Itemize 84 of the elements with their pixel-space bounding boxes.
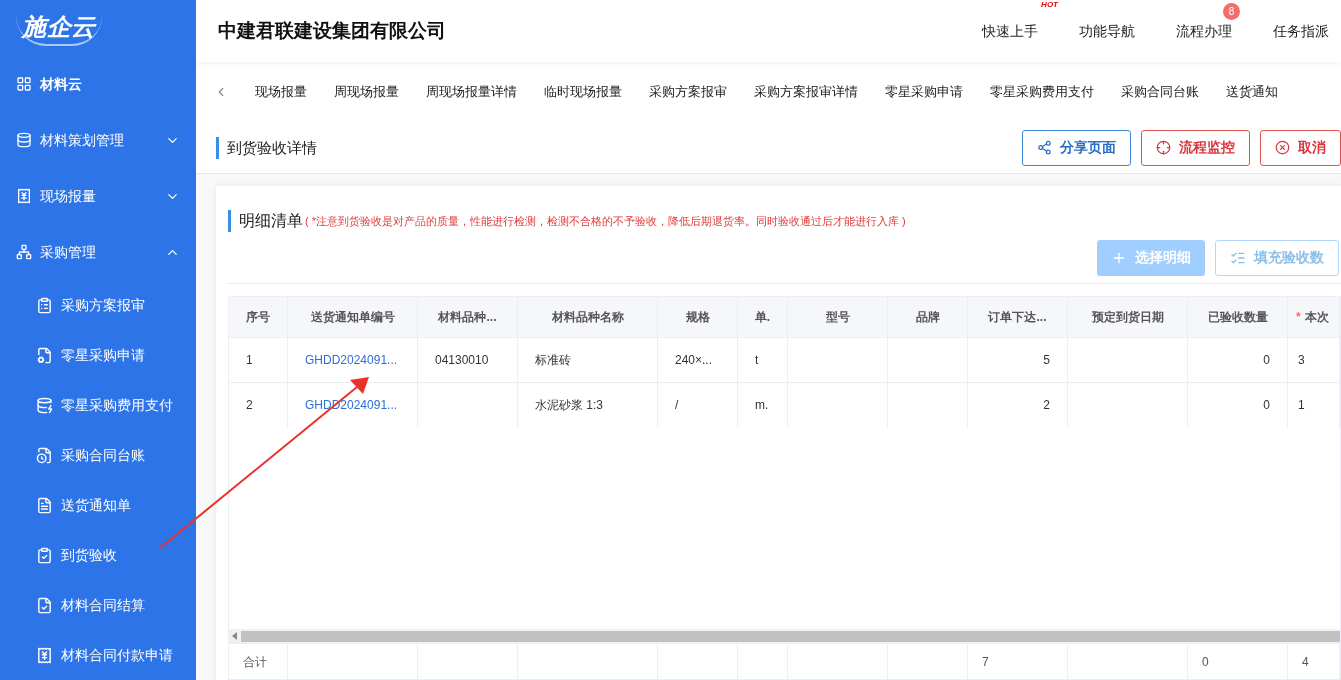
document-icon bbox=[36, 346, 53, 364]
logo: 施企云 bbox=[16, 10, 102, 46]
share-icon bbox=[1037, 140, 1052, 155]
document-icon bbox=[36, 496, 53, 514]
sidebar-subitem[interactable]: 送货通知单 bbox=[0, 480, 196, 530]
table-cell: 水泥砂浆 1:3 bbox=[518, 383, 658, 427]
page-tab[interactable]: 临时现场报量 bbox=[544, 82, 622, 102]
table-cell: 1 bbox=[229, 338, 288, 382]
sidebar-subitem[interactable]: 材料合同结算 bbox=[0, 580, 196, 630]
document-icon bbox=[36, 596, 53, 614]
document-icon bbox=[36, 296, 53, 314]
table-cell: 2 bbox=[229, 383, 288, 427]
page-tab[interactable]: 零星采购费用支付 bbox=[990, 82, 1094, 102]
column-header: 品牌 bbox=[915, 309, 940, 326]
document-icon bbox=[36, 446, 53, 464]
sidebar-item[interactable]: 材料策划管理 bbox=[0, 112, 196, 168]
column-header: 单. bbox=[754, 309, 771, 326]
sidebar-item[interactable]: 材料云 bbox=[0, 56, 196, 112]
table-cell: 标准砖 bbox=[518, 338, 658, 382]
horizontal-scrollbar[interactable] bbox=[229, 629, 1340, 643]
table-cell: 0 bbox=[1188, 338, 1288, 382]
table-cell: m. bbox=[738, 383, 788, 427]
hot-tag: HOT bbox=[1041, 0, 1058, 9]
column-header: 送货通知单编号 bbox=[310, 309, 395, 326]
sidebar-subitem[interactable]: 零星采购费用支付 bbox=[0, 380, 196, 430]
table-cell: 1 bbox=[1288, 383, 1340, 427]
page-tab[interactable]: 周现场报量详情 bbox=[426, 82, 517, 102]
page-tab[interactable]: 采购方案报审详情 bbox=[754, 82, 858, 102]
column-header: 序号 bbox=[246, 309, 270, 326]
column-header: 材料品种名称 bbox=[551, 309, 624, 326]
column-header: 预定到货日期 bbox=[1091, 309, 1164, 326]
table-cell: t bbox=[738, 338, 788, 382]
table-cell: 2 bbox=[968, 383, 1068, 427]
scroll-left-icon[interactable] bbox=[232, 632, 238, 640]
section-note: ( *注意到货验收是对产品的质量，性能进行检测，检测不合格的不予验收，降低后期退货率。同时验收通过后才能进行入库 ) bbox=[305, 213, 906, 229]
nav-link[interactable]: 任务指派 bbox=[1273, 22, 1329, 39]
count-badge: 8 bbox=[1223, 2, 1240, 20]
menu-icon bbox=[16, 132, 32, 148]
column-header: 材料品种... bbox=[438, 309, 497, 326]
page-tab[interactable]: 现场报量 bbox=[255, 82, 307, 102]
close-icon bbox=[1275, 140, 1290, 155]
table-cell: / bbox=[658, 383, 738, 427]
table-cell: 240×... bbox=[658, 338, 738, 382]
company-name: 中建君联建设集团有限公司 bbox=[218, 18, 447, 43]
column-header: 订单下达... bbox=[988, 309, 1047, 326]
sidebar-item[interactable]: 采购管理 bbox=[0, 224, 196, 280]
page-tab[interactable]: 采购合同台账 bbox=[1121, 82, 1199, 102]
table-cell: 5 bbox=[968, 338, 1068, 382]
column-header: 本次 bbox=[1304, 309, 1329, 326]
table-cell: 7 bbox=[968, 644, 1068, 679]
required-mark: * bbox=[1296, 309, 1301, 326]
crosshair-icon bbox=[1156, 140, 1171, 155]
table-cell: 4 bbox=[1288, 644, 1340, 679]
page-tab[interactable]: 周现场报量 bbox=[334, 82, 399, 102]
table-cell: 3 bbox=[1288, 338, 1340, 382]
menu-icon bbox=[16, 76, 32, 92]
table-cell: 04130010 bbox=[418, 338, 518, 382]
sidebar-subitem[interactable]: 到货验收 bbox=[0, 530, 196, 580]
sidebar-item[interactable]: 现场报量 bbox=[0, 168, 196, 224]
action-button[interactable]: 流程监控 bbox=[1141, 129, 1250, 166]
page-tab[interactable]: 采购方案报审 bbox=[649, 82, 727, 102]
sidebar-subitem[interactable]: 采购合同台账 bbox=[0, 430, 196, 480]
table-cell: 0 bbox=[1188, 644, 1288, 679]
table-cell: 0 bbox=[1188, 383, 1288, 427]
column-header: 规格 bbox=[685, 309, 710, 326]
nav-link[interactable]: 快速上手 bbox=[982, 22, 1038, 39]
document-icon bbox=[36, 646, 53, 664]
column-header: 已验收数量 bbox=[1207, 309, 1268, 326]
column-header: 型号 bbox=[825, 309, 850, 326]
sidebar-subitem[interactable]: 采购方案报审 bbox=[0, 280, 196, 330]
menu-icon bbox=[16, 188, 32, 204]
nav-link[interactable]: 流程办理 bbox=[1176, 22, 1232, 39]
page-tab[interactable]: 零星采购申请 bbox=[885, 82, 963, 102]
table-cell: 合计 bbox=[229, 644, 288, 679]
menu-icon bbox=[16, 244, 32, 260]
sidebar-subitem[interactable]: 零星采购申请 bbox=[0, 330, 196, 380]
document-icon bbox=[36, 546, 53, 564]
action-button[interactable]: 分享页面 bbox=[1022, 129, 1131, 166]
nav-link[interactable]: 功能导航 bbox=[1079, 22, 1135, 39]
section-title: 明细清单 bbox=[228, 210, 303, 232]
page-tab[interactable]: 送货通知 bbox=[1226, 82, 1278, 102]
action-button[interactable]: 取消 bbox=[1260, 129, 1341, 166]
document-icon bbox=[36, 396, 53, 414]
sidebar-subitem[interactable]: 材料合同付款申请 bbox=[0, 630, 196, 680]
